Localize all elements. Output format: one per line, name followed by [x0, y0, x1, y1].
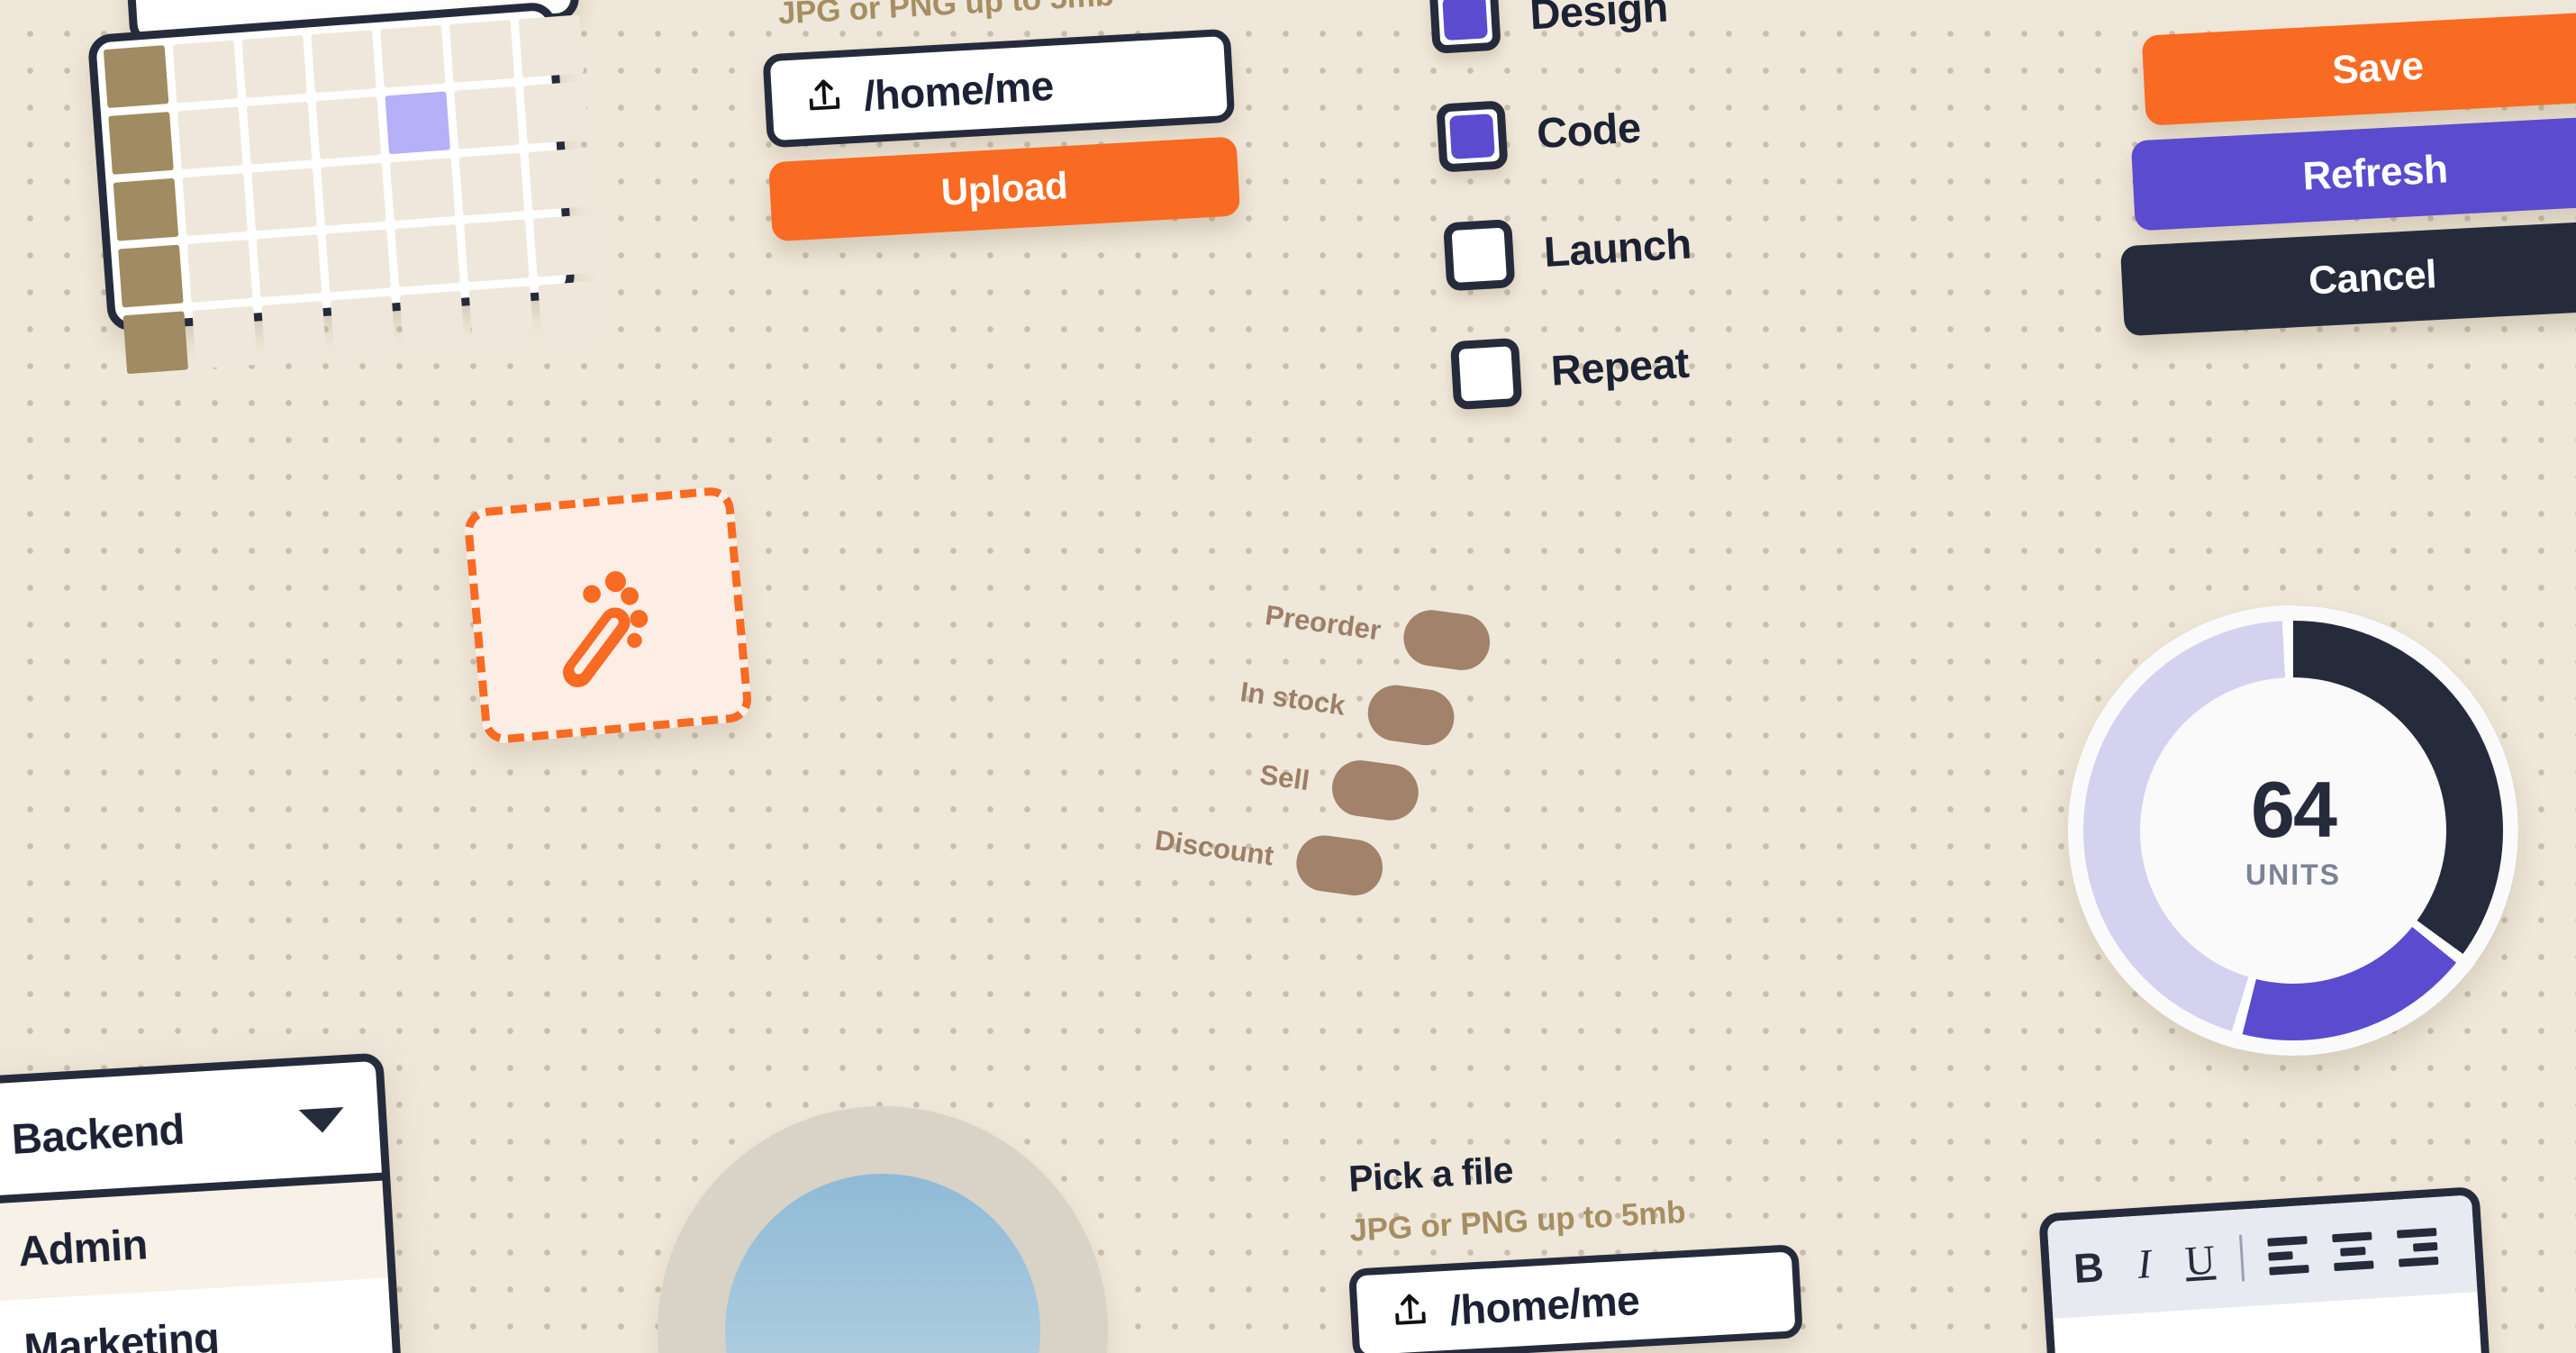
pick-file-path-value: /home/me — [1448, 1276, 1641, 1334]
rich-text-editor[interactable]: B I U — [2038, 1185, 2496, 1353]
stock-toggle-sell[interactable] — [1329, 757, 1422, 824]
grid-cell[interactable] — [325, 229, 392, 293]
grid-cell[interactable] — [532, 213, 599, 277]
pick-file-title: Pick a file — [1347, 1149, 1514, 1200]
avatar[interactable] — [658, 1106, 1108, 1353]
grid-cell[interactable] — [395, 224, 460, 287]
grid-cell[interactable] — [261, 301, 327, 364]
team-dropdown[interactable]: Backend Admin Marketing — [0, 1052, 403, 1353]
grid-cell[interactable] — [528, 147, 594, 211]
bold-button[interactable]: B — [2073, 1243, 2106, 1292]
grid-cell[interactable] — [538, 280, 603, 344]
grid-cell[interactable] — [177, 106, 243, 170]
dropdown-menu[interactable]: Admin Marketing — [0, 1180, 403, 1353]
upload-path-value: /home/me — [862, 61, 1055, 120]
align-center-icon[interactable] — [2332, 1230, 2374, 1271]
action-button-stack: Save Refresh Cancel — [2119, 11, 2576, 337]
grid-cell[interactable] — [449, 20, 515, 83]
cancel-button[interactable]: Cancel — [2119, 220, 2576, 337]
grid-cell[interactable] — [321, 162, 386, 226]
stock-label-preorder: Preorder — [1263, 599, 1383, 647]
grid-cell[interactable] — [518, 14, 585, 78]
grid-cell-header[interactable] — [118, 244, 184, 308]
pick-file-hint: JPG or PNG up to 5mb — [1348, 1194, 1687, 1249]
italic-button[interactable]: I — [2127, 1240, 2161, 1287]
stock-label-discount: Discount — [1153, 823, 1276, 872]
underline-button[interactable]: U — [2183, 1237, 2217, 1285]
donut-value: 64 — [2251, 764, 2337, 854]
stock-toggle-discount[interactable] — [1293, 831, 1386, 899]
stock-label-in-stock: In stock — [1238, 676, 1347, 722]
grid-cell[interactable] — [311, 30, 376, 94]
checkbox-list: Design Code Launch Repeat — [1428, 0, 1870, 435]
dropdown-selected-value: Backend — [10, 1104, 186, 1163]
grid-cell[interactable] — [192, 305, 258, 369]
save-button[interactable]: Save — [2141, 11, 2576, 126]
upload-path-input[interactable]: /home/me — [762, 28, 1236, 149]
checkbox-label-design: Design — [1528, 0, 1669, 38]
stock-toggle-in-stock[interactable] — [1364, 681, 1458, 749]
checkbox-row-repeat[interactable]: Repeat — [1448, 292, 1869, 435]
grid-cell-selected[interactable] — [385, 91, 450, 155]
upload-arrow-icon — [803, 74, 846, 122]
grid-cell-header[interactable] — [108, 112, 174, 175]
grid-cell[interactable] — [182, 173, 249, 236]
grid-cell[interactable] — [251, 168, 317, 232]
grid-cell[interactable] — [458, 152, 525, 216]
donut-center: 64 UNITS — [2140, 677, 2446, 984]
stock-label-sell: Sell — [1257, 758, 1312, 797]
grid-cell[interactable] — [522, 81, 589, 144]
grid-cell[interactable] — [454, 86, 520, 150]
upload-button[interactable]: Upload — [768, 136, 1241, 242]
pick-file-group: Pick a file JPG or PNG up to 5mb /home/m… — [1342, 1133, 1803, 1353]
checkbox-label-launch: Launch — [1542, 218, 1692, 276]
grid-cell[interactable] — [256, 234, 322, 298]
grid-cell[interactable] — [330, 295, 396, 359]
upload-arrow-icon — [1389, 1288, 1431, 1336]
dropdown-trigger[interactable]: Backend — [0, 1052, 391, 1206]
donut-chart[interactable]: 64 UNITS — [2068, 605, 2518, 1056]
grid-cell[interactable] — [241, 34, 307, 98]
grid-cell-header[interactable] — [122, 311, 189, 375]
checkbox-code[interactable] — [1436, 100, 1509, 173]
grid-cell[interactable] — [246, 101, 313, 165]
stock-toggle-list: Preorder In stock Sell Discount — [1148, 577, 1572, 985]
grid-cell[interactable] — [468, 286, 535, 350]
canvas-stage: JPG or PNG up to 5mb /home/me Upload Des… — [0, 0, 2576, 1353]
grid-cell[interactable] — [172, 40, 239, 104]
grid-cell[interactable] — [399, 290, 466, 354]
calendar-grid[interactable] — [103, 12, 645, 395]
grid-cell[interactable] — [464, 219, 530, 283]
magic-wand-icon — [527, 534, 688, 695]
grid-cell[interactable] — [315, 96, 382, 159]
chevron-down-icon — [298, 1106, 346, 1134]
refresh-button[interactable]: Refresh — [2130, 115, 2576, 232]
avatar-photo — [725, 1174, 1040, 1353]
checkbox-label-repeat: Repeat — [1549, 338, 1691, 395]
pick-file-path-input[interactable]: /home/me — [1347, 1244, 1803, 1353]
upload-hint-text: JPG or PNG up to 5mb — [776, 0, 1115, 32]
grid-cell[interactable] — [186, 239, 253, 303]
toolbar-divider — [2238, 1234, 2245, 1282]
stock-toggle-preorder[interactable] — [1400, 606, 1494, 674]
grid-cell-header[interactable] — [103, 45, 169, 109]
checkbox-repeat[interactable] — [1449, 337, 1523, 411]
calendar-grid-card[interactable] — [86, 1, 603, 375]
grid-cell-header[interactable] — [113, 177, 179, 241]
person-figure — [824, 1345, 941, 1353]
align-left-icon[interactable] — [2267, 1235, 2309, 1276]
checkbox-label-code: Code — [1535, 102, 1642, 157]
align-right-icon[interactable] — [2396, 1227, 2439, 1267]
upload-group: JPG or PNG up to 5mb /home/me Upload — [759, 0, 1241, 242]
checkbox-design[interactable] — [1429, 0, 1501, 54]
grid-cell[interactable] — [379, 24, 446, 88]
magic-wand-dropzone[interactable] — [462, 485, 754, 746]
grid-cell[interactable] — [389, 158, 456, 222]
checkbox-launch[interactable] — [1443, 219, 1516, 292]
donut-unit-label: UNITS — [2245, 858, 2341, 891]
